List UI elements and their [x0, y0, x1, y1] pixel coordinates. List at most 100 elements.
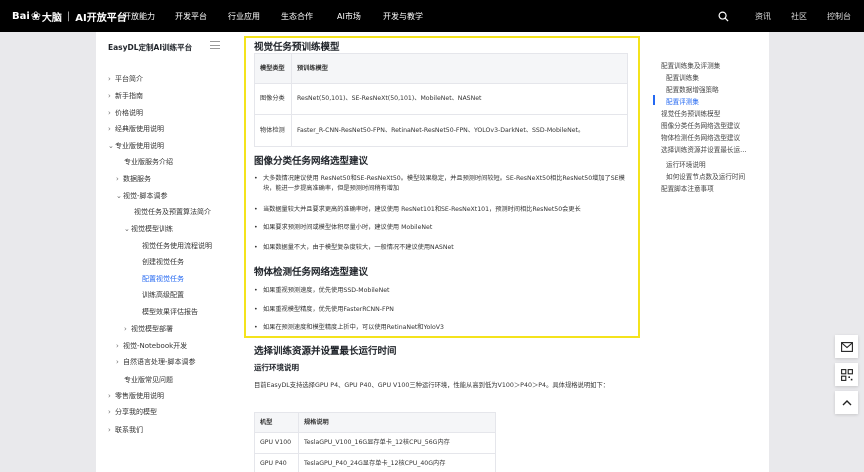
toc-item[interactable]: 视觉任务预训练模型	[661, 108, 720, 118]
sidebar-item-label: 视觉模型部署	[131, 325, 173, 333]
nav-ai-market[interactable]: AI市场	[337, 11, 361, 22]
toc-item[interactable]: 图像分类任务网络选型建议	[661, 120, 740, 130]
sidebar-item[interactable]: › 视觉模型部署	[124, 324, 173, 334]
chevron-down-icon: ⌄	[124, 225, 130, 233]
sidebar-item[interactable]: 训练高级配置	[142, 290, 184, 300]
sidebar-item-label: 配置视觉任务	[142, 275, 184, 283]
sidebar-item[interactable]: › 价格说明	[108, 108, 143, 118]
sidebar-item-label: 视觉任务使用流程说明	[142, 242, 212, 250]
chevron-down-icon: ⌄	[116, 192, 122, 200]
spec-table: 机型 规格说明 GPU V100 TeslaGPU_V100_16G显存单卡_1…	[254, 412, 496, 472]
sidebar-item[interactable]: › 新手指南	[108, 91, 143, 101]
heading-pretrain-models: 视觉任务预训练模型	[254, 42, 340, 53]
chevron-right-icon: ›	[108, 92, 111, 100]
chevron-right-icon: ›	[116, 342, 119, 350]
toc-item[interactable]: 配置训练集	[666, 72, 699, 82]
sidebar-item[interactable]: 专业版服务介绍	[124, 157, 173, 167]
pretrain-table: 模型类型 预训练模型 图像分类 ResNet(50,101)、SE-ResNeX…	[254, 53, 628, 147]
list-item: 如果在预测速度和模型精度上折中，可以使用RetinaNet和YoloV3	[254, 323, 625, 333]
toc-item[interactable]: 如何设置节点数及运行时间	[666, 171, 745, 181]
menu-icon[interactable]	[210, 41, 220, 49]
sidebar-item-label: 专业版使用说明	[115, 142, 164, 150]
table-of-contents: 配置训练集及评测集 配置训练集 配置数据增强策略 配置评测集 视觉任务预训练模型…	[644, 32, 769, 472]
logo-separator: |	[66, 10, 71, 22]
sidebar-item[interactable]: 模型效果评估报告	[142, 307, 198, 317]
table-row: GPU P40 TeslaGPU_P40_24G显存单卡_12核CPU_40G内…	[254, 453, 496, 472]
sidebar-item-label: 专业版常见问题	[124, 376, 173, 384]
top-navbar: Bai ❀ 大脑 | AI开放平台 开放能力 开发平台 行业应用 生态合作 AI…	[0, 0, 864, 32]
toc-item-active[interactable]: 配置评测集	[666, 96, 699, 106]
toc-active-indicator	[653, 95, 655, 105]
sidebar-item[interactable]: ⌄专业版使用说明	[108, 141, 164, 151]
chevron-right-icon: ›	[124, 325, 127, 333]
sidebar-item-label: 创建视觉任务	[142, 258, 184, 266]
chevron-right-icon: ›	[108, 125, 111, 133]
toc-item[interactable]: 选择训练资源并设置最长运...	[661, 144, 746, 154]
table-cell: GPU V100	[254, 432, 299, 454]
nav-dev-platform[interactable]: 开发平台	[175, 11, 207, 22]
sidebar-item[interactable]: › 数据服务	[116, 174, 151, 184]
nav-open-ability[interactable]: 开放能力	[123, 11, 155, 22]
back-to-top-button[interactable]	[835, 391, 858, 414]
feedback-mail-button[interactable]	[835, 335, 858, 358]
sidebar-item[interactable]: 视觉任务及预置算法简介	[134, 207, 211, 217]
table-row: 物体检测 Faster_R-CNN-ResNet50-FPN、RetinaNet…	[254, 114, 628, 147]
qrcode-button[interactable]	[835, 363, 858, 386]
baidu-ai-logo[interactable]: Bai ❀ 大脑 | AI开放平台	[12, 8, 127, 24]
sidebar-item-label: 经典版使用说明	[115, 125, 164, 133]
paw-icon: ❀	[30, 9, 41, 23]
sidebar-item[interactable]: 视觉任务使用流程说明	[142, 241, 212, 251]
toc-item[interactable]: 配置脚本注意事项	[661, 183, 714, 193]
sidebar-item[interactable]: 配置视觉任务	[142, 274, 184, 284]
sidebar-item[interactable]: 专业版常见问题	[124, 375, 173, 385]
list-item: 大多数情况建议使用 ResNet50和SE-ResNeXt50。模型效果稳定，并…	[254, 174, 625, 194]
sidebar-item[interactable]: › 零售版使用说明	[108, 391, 164, 401]
nav-community[interactable]: 社区	[791, 11, 807, 22]
chevron-right-icon: ›	[108, 75, 111, 83]
nav-dev-teaching[interactable]: 开发与教学	[383, 11, 423, 22]
mail-icon	[840, 341, 853, 352]
toc-item[interactable]: 运行环境说明	[666, 159, 706, 169]
chevron-right-icon: ›	[116, 358, 119, 366]
sidebar-item[interactable]: › 经典版使用说明	[108, 124, 164, 134]
sidebar-item-label: 新手指南	[115, 92, 143, 100]
chevron-right-icon: ›	[116, 175, 119, 183]
logo-brand: Bai	[12, 10, 30, 22]
table-header: 规格说明	[298, 412, 496, 433]
list-item: 如果要求预测时间或模型体积尽量小时，建议使用 MobileNet	[254, 223, 625, 233]
table-row: GPU V100 TeslaGPU_V100_16G显存单卡_12核CPU_56…	[254, 432, 496, 454]
chevron-down-icon: ⌄	[108, 142, 114, 150]
table-cell: GPU P40	[254, 453, 299, 472]
chevron-right-icon: ›	[108, 426, 111, 434]
table-cell: 物体检测	[254, 114, 292, 147]
sidebar-item[interactable]: 创建视觉任务	[142, 257, 184, 267]
sidebar-item-label: 价格说明	[115, 109, 143, 117]
list-item: 如果重视预测速度，优先使用SSD-MobileNet	[254, 286, 625, 296]
table-header: 模型类型	[254, 53, 292, 84]
sidebar-item[interactable]: › 自然语言处理-脚本调参	[116, 357, 196, 367]
sidebar-item[interactable]: › 分享我的模型	[108, 407, 157, 417]
list-item: 如果数据量不大，由于模型复杂度较大，一般情况不建议使用NASNet	[254, 243, 625, 253]
sidebar-item[interactable]: › 联系我们	[108, 425, 143, 435]
doc-content: 视觉任务预训练模型 模型类型 预训练模型 图像分类 ResNet(50,101)…	[230, 32, 644, 472]
toc-item[interactable]: 配置训练集及评测集	[661, 60, 720, 70]
sidebar-item[interactable]: ⌄视觉模型训练	[124, 224, 173, 234]
sidebar-item[interactable]: › 平台简介	[108, 74, 143, 84]
sidebar-item-label: 视觉-Notebook开发	[123, 342, 188, 350]
table-cell: Faster_R-CNN-ResNet50-FPN、RetinaNet-ResN…	[291, 114, 628, 147]
logo-mid: 大脑	[41, 12, 62, 24]
heading-resource: 选择训练资源并设置最长运行时间	[254, 346, 397, 357]
sidebar-item[interactable]: › 视觉-Notebook开发	[116, 341, 187, 351]
nav-industry[interactable]: 行业应用	[228, 11, 260, 22]
nav-news[interactable]: 资讯	[755, 11, 771, 22]
sidebar-item[interactable]: ⌄视觉-脚本调参	[116, 191, 168, 201]
toc-item[interactable]: 配置数据增强策略	[666, 84, 719, 94]
nav-console[interactable]: 控制台	[827, 11, 851, 22]
heading-env: 运行环境说明	[254, 363, 299, 372]
toc-item[interactable]: 物体检测任务网络选型建议	[661, 132, 740, 142]
chevron-right-icon: ›	[108, 109, 111, 117]
nav-ecosystem[interactable]: 生态合作	[281, 11, 313, 22]
search-icon[interactable]	[718, 11, 729, 22]
heading-det-advice: 物体检测任务网络选型建议	[254, 267, 369, 278]
sidebar-item-label: 视觉-脚本调参	[123, 192, 168, 200]
